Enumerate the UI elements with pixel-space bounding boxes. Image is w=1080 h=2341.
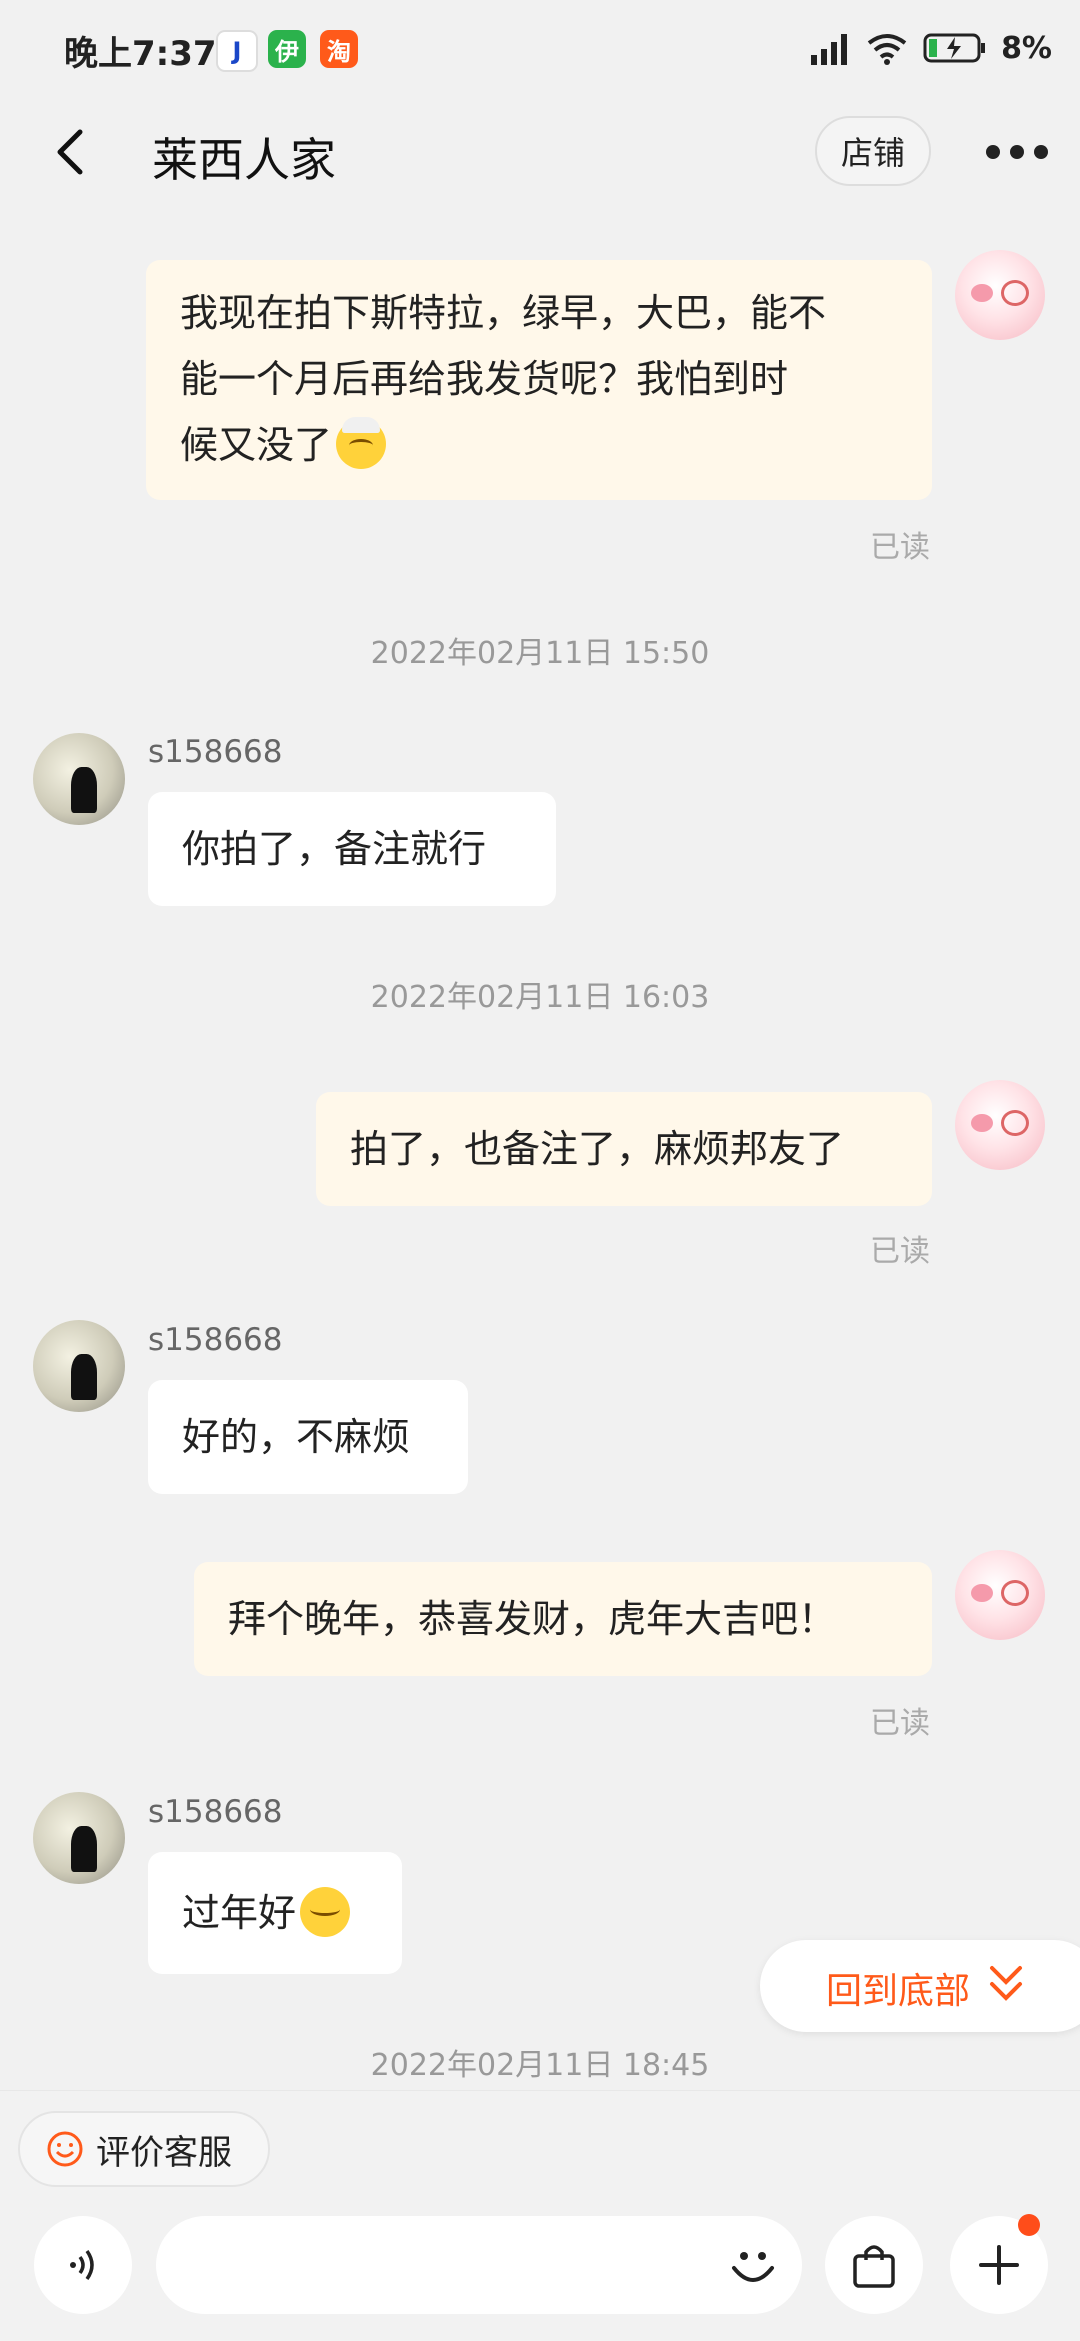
- sender-name: s158668: [148, 1794, 283, 1830]
- seller-message-bubble[interactable]: 好的，不麻烦: [148, 1380, 468, 1494]
- sender-name: s158668: [148, 734, 283, 770]
- timestamp: 2022年02月11日 16:03: [370, 980, 710, 1015]
- plus-icon: [979, 2245, 1019, 2285]
- smile-icon: [47, 2131, 83, 2167]
- voice-button[interactable]: [34, 2216, 132, 2314]
- my-avatar[interactable]: [955, 250, 1045, 340]
- my-message-bubble[interactable]: 拍了，也备注了，麻烦邦友了: [316, 1092, 932, 1206]
- status-time: 晚上7:37: [64, 34, 217, 74]
- timestamp: 2022年02月11日 15:50: [370, 636, 710, 671]
- product-bag-button[interactable]: [825, 2216, 923, 2314]
- my-message-bubble[interactable]: 拜个晚年，恭喜发财，虎年大吉吧！: [194, 1562, 932, 1676]
- my-avatar[interactable]: [955, 1550, 1045, 1640]
- rate-service-label: 评价客服: [96, 2132, 232, 2173]
- seller-avatar[interactable]: [33, 1320, 125, 1412]
- chat-title: 莱西人家: [152, 133, 336, 187]
- voice-icon: [70, 2249, 94, 2281]
- sender-name: s158668: [148, 1322, 283, 1358]
- nerd-emoji-icon: [336, 416, 387, 469]
- read-receipt: 已读: [870, 530, 930, 565]
- more-menu-icon[interactable]: [986, 140, 1056, 164]
- message-input[interactable]: [156, 2216, 802, 2314]
- rate-service-button[interactable]: 评价客服: [18, 2111, 270, 2187]
- seller-avatar[interactable]: [33, 733, 125, 825]
- status-bar: 晚上7:37 J 伊 淘 8%: [0, 0, 1080, 100]
- shy-emoji-icon: [300, 1886, 351, 1937]
- back-to-bottom-label: 回到底部: [826, 1971, 971, 2012]
- notification-dot: [1018, 2214, 1040, 2236]
- seller-message-bubble[interactable]: 你拍了，备注就行: [148, 792, 556, 906]
- signal-icon: [811, 34, 848, 65]
- app-notification-icon: 伊: [268, 30, 306, 68]
- read-receipt: 已读: [870, 1234, 930, 1269]
- double-chevron-down-icon: [990, 1966, 1022, 2001]
- read-receipt: 已读: [870, 1706, 930, 1741]
- message-line: 能一个月后再给我发货呢？我怕到时: [180, 357, 789, 401]
- battery-icon: [923, 33, 986, 63]
- status-right: 8%: [809, 26, 1052, 70]
- back-to-bottom-button[interactable]: 回到底部: [760, 1940, 1080, 2032]
- wifi-icon: [867, 34, 907, 65]
- bottom-input-bar: 评价客服: [0, 2090, 1080, 2341]
- message-line: 候又没了: [180, 412, 898, 478]
- back-arrow-icon[interactable]: [44, 122, 104, 182]
- message-line: 我现在拍下斯特拉，绿早，大巴，能不: [180, 291, 827, 335]
- emoji-picker-icon[interactable]: [726, 2240, 780, 2294]
- seller-avatar[interactable]: [33, 1792, 125, 1884]
- shopping-bag-icon: [853, 2245, 895, 2288]
- jd-app-icon: J: [216, 30, 258, 72]
- taobao-app-icon: 淘: [320, 30, 358, 68]
- battery-percent: 8%: [1001, 30, 1052, 66]
- shop-button[interactable]: 店铺: [815, 116, 931, 186]
- timestamp: 2022年02月11日 18:45: [370, 2048, 710, 2083]
- my-message-bubble[interactable]: 我现在拍下斯特拉，绿早，大巴，能不 能一个月后再给我发货呢？我怕到时 候又没了: [146, 260, 932, 500]
- my-avatar[interactable]: [955, 1080, 1045, 1170]
- chat-header: 莱西人家 店铺: [0, 100, 1080, 210]
- seller-message-bubble[interactable]: 过年好: [148, 1852, 402, 1974]
